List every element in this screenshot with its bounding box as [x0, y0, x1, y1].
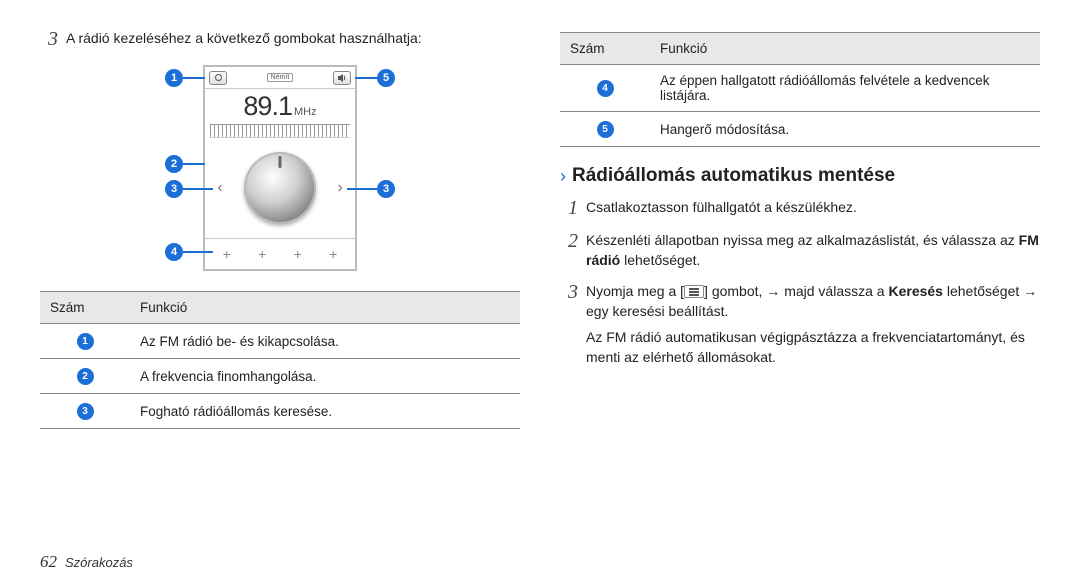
freq-value: 89.1	[243, 91, 292, 121]
callout-3-right: 3	[377, 180, 395, 198]
function-table-left: Szám Funkció 1Az FM rádió be- és kikapcs…	[40, 291, 520, 429]
plus-icon: +	[291, 247, 305, 261]
step-1: 1 Csatlakoztasson fülhallgatót a készülé…	[560, 197, 1040, 220]
plus-icon: +	[326, 247, 340, 261]
page-number: 62	[40, 552, 57, 572]
chevron-right-icon: ›	[333, 179, 347, 197]
th-num: Szám	[40, 292, 130, 324]
table-row: 2A frekvencia finomhangolása.	[40, 359, 520, 394]
mute-label: Némít	[267, 73, 294, 82]
plus-icon: +	[220, 247, 234, 261]
th-num: Szám	[560, 33, 650, 65]
subheading-title: Rádióállomás automatikus mentése	[572, 165, 895, 187]
radio-ui: Némít 89.1MHz ‹ › + + +	[203, 65, 357, 271]
freq-scale	[210, 124, 350, 138]
radio-figure: Némít 89.1MHz ‹ › + + +	[203, 65, 357, 271]
plus-icon: +	[255, 247, 269, 261]
callout-1: 1	[165, 69, 183, 87]
step-text: A rádió kezeléséhez a következő gombokat…	[66, 28, 422, 51]
table-row: 5Hangerő módosítása.	[560, 112, 1040, 147]
menu-key-icon	[684, 285, 704, 298]
section-name: Szórakozás	[65, 555, 133, 570]
frequency-display: 89.1MHz	[205, 89, 355, 122]
callout-3-left: 3	[165, 180, 183, 198]
function-table-right: Szám Funkció 4Az éppen hallgatott rádióá…	[560, 32, 1040, 147]
table-row: 4Az éppen hallgatott rádióállomás felvét…	[560, 65, 1040, 112]
freq-unit: MHz	[294, 106, 317, 118]
tuning-dial	[244, 152, 316, 224]
chevron-left-icon: ‹	[213, 179, 227, 197]
step-2: 2 Készenléti állapotban nyissa meg az al…	[560, 230, 1040, 271]
table-row: 1Az FM rádió be- és kikapcsolása.	[40, 324, 520, 359]
step-3r: 3 Nyomja meg a [] gombot, → majd válassz…	[560, 281, 1040, 368]
speaker-icon	[333, 71, 351, 85]
callout-4: 4	[165, 243, 183, 261]
callout-2: 2	[165, 155, 183, 173]
table-row: 3Fogható rádióállomás keresése.	[40, 394, 520, 429]
chevron-right-icon: ›	[560, 166, 566, 187]
step-number: 3	[40, 28, 58, 51]
favorites-row: + + + +	[205, 238, 355, 269]
th-func: Funkció	[650, 33, 1040, 65]
step-3: 3 A rádió kezeléséhez a következő gombok…	[40, 28, 520, 51]
power-icon	[209, 71, 227, 85]
subheading-auto-save: › Rádióállomás automatikus mentése	[560, 165, 1040, 187]
callout-5: 5	[377, 69, 395, 87]
th-func: Funkció	[130, 292, 520, 324]
page-footer: 62 Szórakozás	[40, 552, 133, 572]
